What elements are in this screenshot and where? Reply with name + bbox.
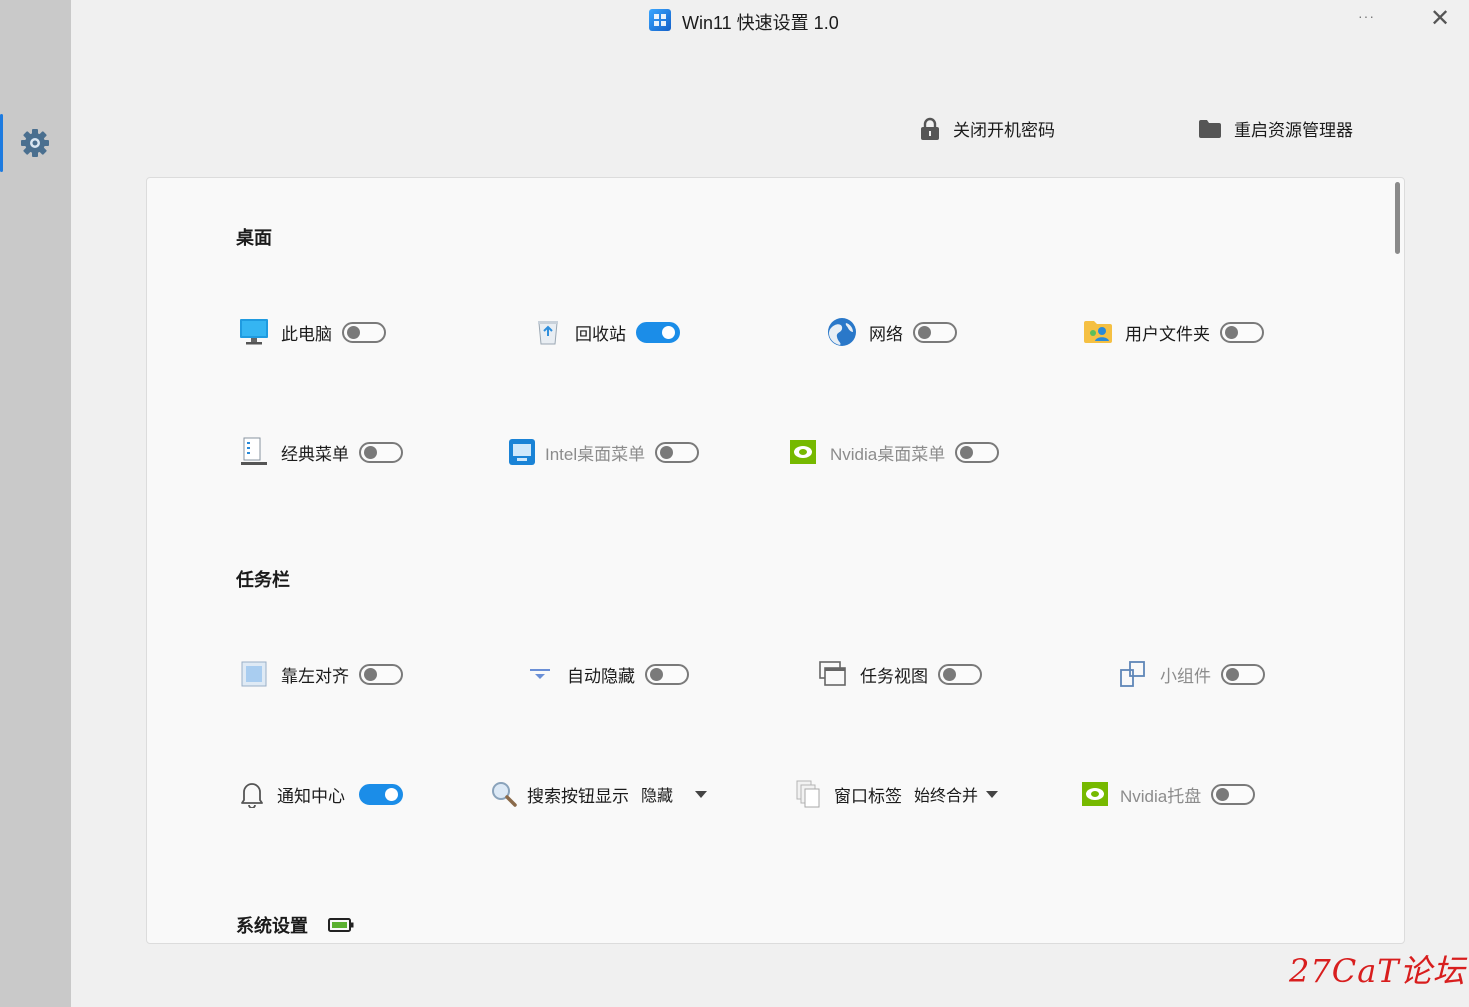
folder-icon xyxy=(1199,119,1221,138)
notification-center-label: 通知中心 xyxy=(277,786,345,806)
restart-explorer-label: 重启资源管理器 xyxy=(1234,121,1353,140)
nvidia-icon xyxy=(788,437,818,467)
align-left-toggle[interactable] xyxy=(359,663,403,685)
taskbar-item-nvidia-tray: Nvidia托盘 xyxy=(1080,777,1256,811)
notification-center-toggle[interactable] xyxy=(359,783,403,805)
task-view-toggle[interactable] xyxy=(938,663,982,685)
desktop-item-this-pc: 此电脑 xyxy=(239,315,386,349)
more-options-button[interactable]: ··· xyxy=(1358,8,1375,24)
taskbar-item-widgets: 小组件 xyxy=(1118,657,1265,691)
window-tabs-icon xyxy=(794,779,824,809)
disable-login-password-label: 关闭开机密码 xyxy=(953,121,1055,140)
task-view-icon xyxy=(818,659,848,689)
desktop-item-intel-menu: Intel桌面菜单 xyxy=(507,435,700,469)
bell-icon xyxy=(237,779,267,809)
window-tabs-dropdown[interactable]: 始终合并 xyxy=(914,782,999,806)
user-folder-icon xyxy=(1083,317,1113,347)
section-title-desktop: 桌面 xyxy=(236,228,272,248)
disable-login-password-button[interactable]: 关闭开机密码 xyxy=(919,116,1055,141)
desktop-item-nvidia-menu: Nvidia桌面菜单 xyxy=(788,435,1000,469)
recycle-bin-toggle[interactable] xyxy=(636,321,680,343)
align-left-icon xyxy=(239,659,269,689)
globe-icon xyxy=(827,317,857,347)
taskbar-item-window-tabs: 窗口标签 始终合并 xyxy=(794,777,999,811)
search-button-value: 隐藏 xyxy=(641,788,674,805)
taskbar-item-search-button: 搜索按钮显示 隐藏 xyxy=(489,777,708,811)
settings-panel: 桌面 此电脑 回收站 网络 用户文件夹 经典菜单 Intel桌面菜单 Nvidi… xyxy=(146,177,1405,944)
search-icon xyxy=(489,779,519,809)
intel-menu-toggle[interactable] xyxy=(655,441,700,463)
align-left-label: 靠左对齐 xyxy=(281,666,349,686)
taskbar-item-align-left: 靠左对齐 xyxy=(239,657,403,691)
nvidia-icon xyxy=(1080,779,1110,809)
desktop-item-network: 网络 xyxy=(827,315,957,349)
autohide-toggle[interactable] xyxy=(645,663,689,685)
close-button[interactable]: ✕ xyxy=(1430,4,1450,33)
section-title-taskbar: 任务栏 xyxy=(236,570,290,590)
restart-explorer-button[interactable]: 重启资源管理器 xyxy=(1198,116,1353,141)
section-title-system: 系统设置 xyxy=(236,912,354,938)
nav-sidebar xyxy=(0,0,71,1007)
widgets-icon xyxy=(1118,659,1148,689)
lock-icon xyxy=(921,117,939,140)
chevron-down-icon xyxy=(986,790,999,798)
battery-icon xyxy=(328,918,354,932)
task-view-label: 任务视图 xyxy=(860,666,928,686)
nvidia-menu-toggle[interactable] xyxy=(955,441,1000,463)
app-icon xyxy=(649,9,671,31)
intel-icon xyxy=(507,437,537,467)
this-pc-toggle[interactable] xyxy=(342,321,386,343)
this-pc-label: 此电脑 xyxy=(281,324,332,344)
classic-menu-icon xyxy=(239,437,269,467)
nvidia-tray-label: Nvidia托盘 xyxy=(1120,786,1202,806)
desktop-item-classic-menu: 经典菜单 xyxy=(239,435,403,469)
user-folder-label: 用户文件夹 xyxy=(1125,324,1210,344)
recycle-bin-label: 回收站 xyxy=(575,324,626,344)
intel-menu-label: Intel桌面菜单 xyxy=(545,444,646,464)
widgets-label: 小组件 xyxy=(1160,666,1211,686)
nvidia-tray-toggle[interactable] xyxy=(1211,783,1256,805)
autohide-label: 自动隐藏 xyxy=(567,666,635,686)
nvidia-menu-label: Nvidia桌面菜单 xyxy=(830,444,946,464)
autohide-icon xyxy=(525,659,555,689)
gear-icon[interactable] xyxy=(19,127,51,159)
classic-menu-toggle[interactable] xyxy=(359,441,403,463)
recycle-bin-icon xyxy=(533,317,563,347)
taskbar-item-autohide: 自动隐藏 xyxy=(525,657,689,691)
search-button-dropdown[interactable]: 隐藏 xyxy=(641,782,708,806)
watermark: 27CaT论坛 xyxy=(1289,952,1466,990)
widgets-toggle[interactable] xyxy=(1221,663,1265,685)
classic-menu-label: 经典菜单 xyxy=(281,444,349,464)
network-label: 网络 xyxy=(869,324,903,344)
search-button-label: 搜索按钮显示 xyxy=(527,786,629,806)
desktop-item-user-folder: 用户文件夹 xyxy=(1083,315,1264,349)
title-bar: Win11 快速设置 1.0 ··· ✕ xyxy=(71,0,1469,44)
network-toggle[interactable] xyxy=(913,321,957,343)
taskbar-item-notification-center: 通知中心 xyxy=(237,777,403,811)
monitor-icon xyxy=(239,317,269,347)
system-settings-title: 系统设置 xyxy=(236,916,308,936)
chevron-down-icon xyxy=(695,790,708,798)
window-title: Win11 快速设置 1.0 xyxy=(682,13,839,33)
scrollbar-thumb[interactable] xyxy=(1395,182,1400,254)
user-folder-toggle[interactable] xyxy=(1220,321,1264,343)
window-tabs-label: 窗口标签 xyxy=(834,786,902,806)
nav-selection-indicator xyxy=(0,114,3,172)
window-tabs-value: 始终合并 xyxy=(914,788,979,805)
desktop-item-recycle-bin: 回收站 xyxy=(533,315,680,349)
taskbar-item-task-view: 任务视图 xyxy=(818,657,982,691)
